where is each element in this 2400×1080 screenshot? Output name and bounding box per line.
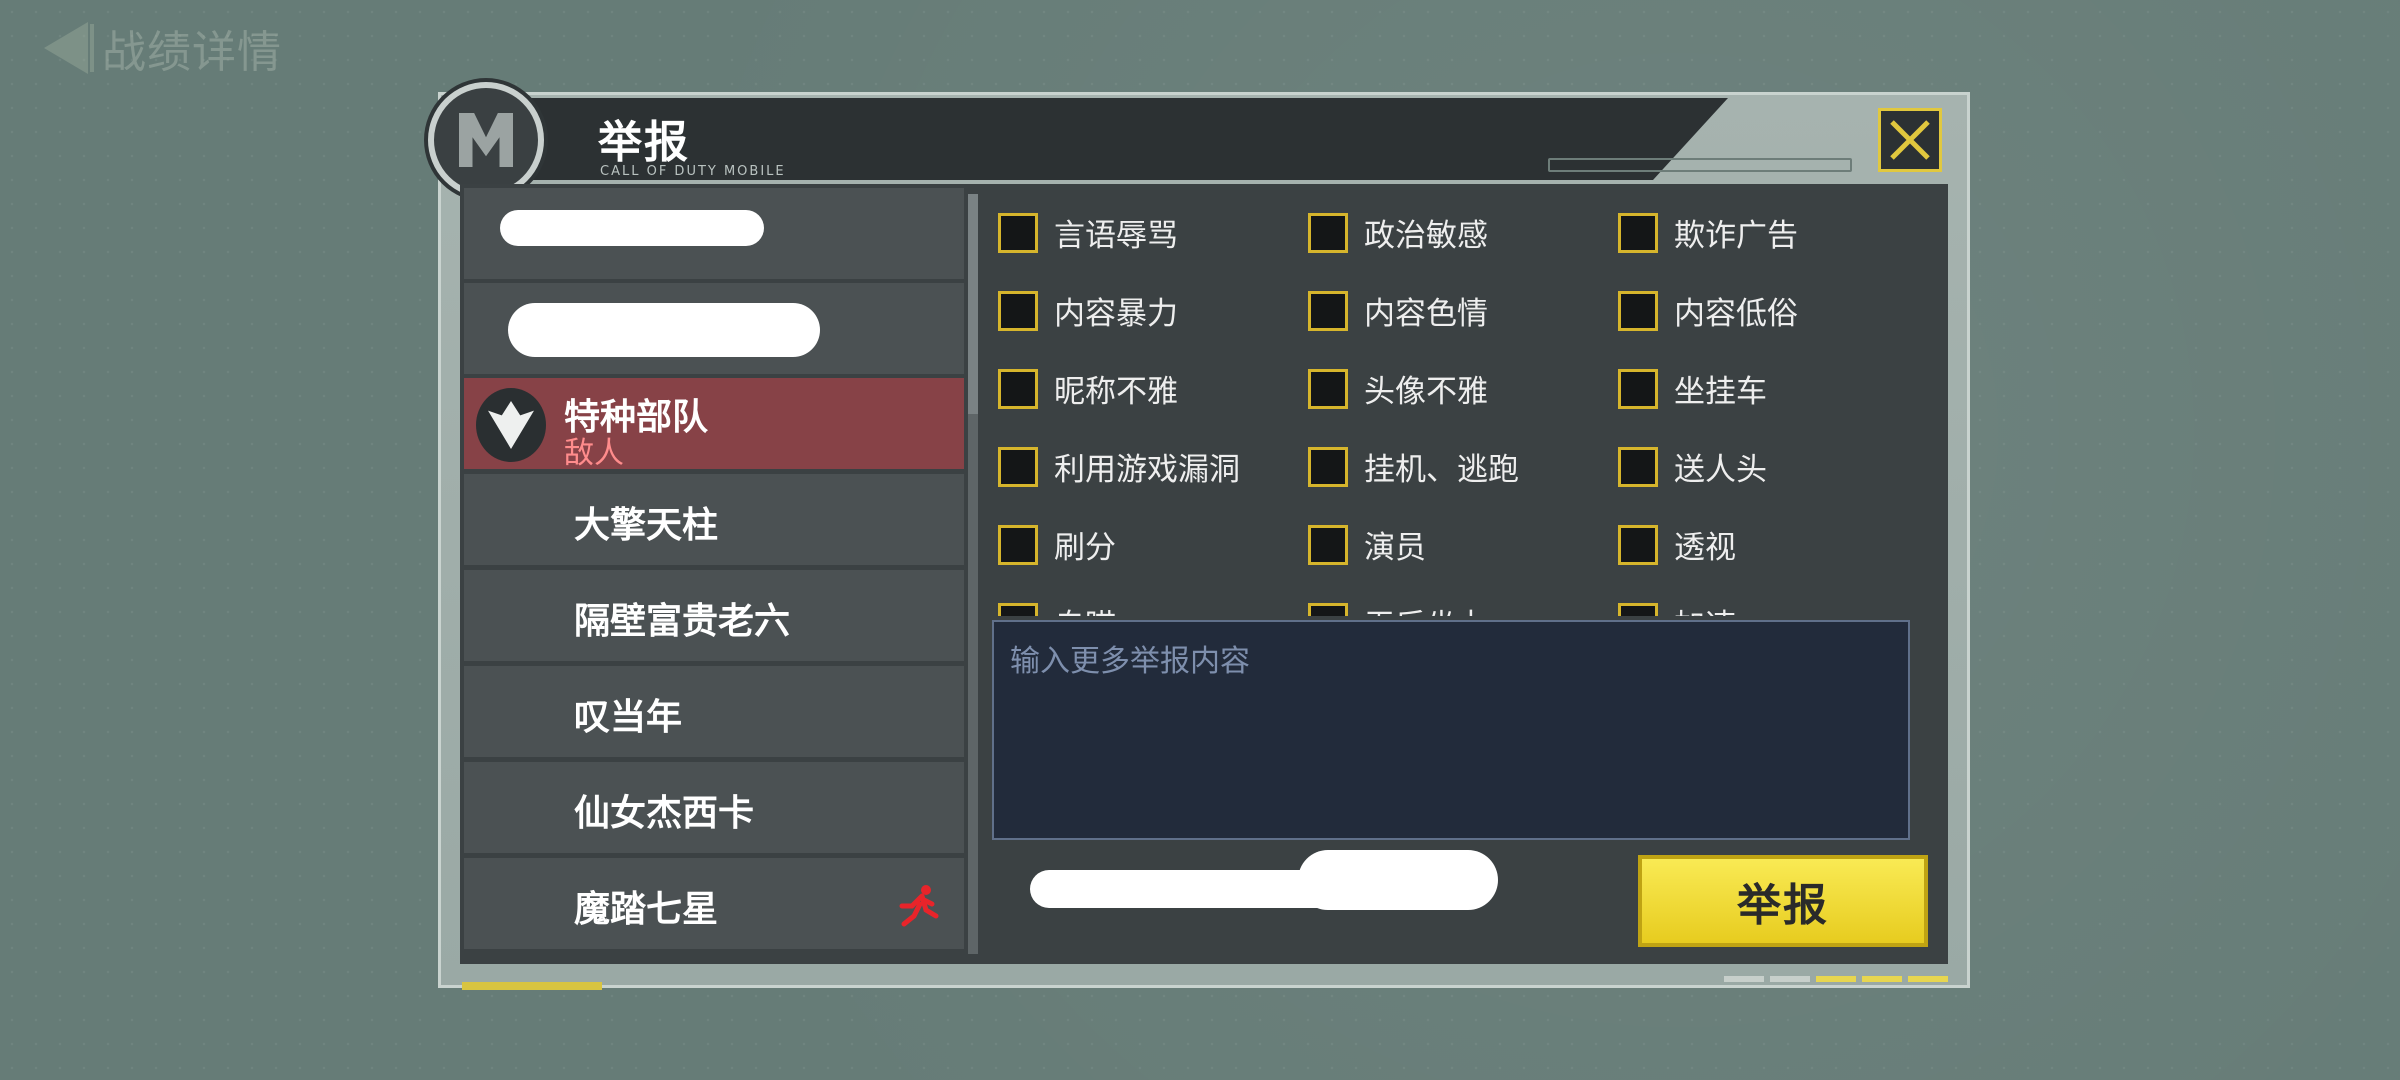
reason-label: 加速 [1674,600,1736,616]
checkbox-icon [1618,446,1658,487]
reason-checkbox[interactable]: 内容暴力 [998,288,1178,333]
reason-label: 头像不雅 [1364,374,1488,410]
player-row[interactable]: 大擎天柱 [464,474,964,568]
reason-checkbox[interactable]: 挂机、逃跑 [1308,444,1519,489]
report-details-input[interactable] [992,620,1910,840]
reason-checkbox[interactable]: 透视 [1618,522,1736,567]
reason-checkbox[interactable]: 昵称不雅 [998,366,1178,411]
player-row[interactable]: 叹当年 [464,666,964,760]
checkbox-icon [998,290,1038,331]
player-list-scrollbar[interactable] [968,194,978,954]
reason-label: 坐挂车 [1674,374,1767,410]
reason-label: 送人头 [1674,452,1767,488]
reason-checkbox[interactable]: 无后坐力 [1308,600,1488,616]
report-dialog: 举报 CALL OF DUTY MOBILE 特种部队 敌人 大擎天柱 隔壁富贵… [428,82,1970,990]
player-name: 仙女杰西卡 [574,793,755,834]
player-row-selected[interactable]: 特种部队 敌人 [464,378,964,472]
back-button[interactable]: 战绩详情 [44,16,282,80]
reason-label: 内容色情 [1364,296,1488,332]
reason-checkbox[interactable]: 坐挂车 [1618,366,1767,411]
reason-label: 欺诈广告 [1674,218,1798,254]
checkbox-icon [998,368,1038,409]
reason-checkbox[interactable]: 加速 [1618,600,1736,616]
dialog-title: 举报 [598,117,690,168]
checkbox-icon [998,212,1038,253]
reason-label: 言语辱骂 [1054,218,1178,254]
player-name: 叹当年 [574,697,683,738]
reason-label: 内容低俗 [1674,296,1798,332]
reason-checkbox[interactable]: 自瞄 [998,600,1116,616]
runner-icon [899,885,939,927]
redacted-text [1298,850,1498,910]
reason-checkbox[interactable]: 演员 [1308,522,1426,567]
player-row[interactable]: 隔壁富贵老六 [464,570,964,664]
divider [90,24,94,72]
checkbox-icon [1308,290,1348,331]
checkbox-icon [1308,524,1348,565]
player-row-redacted-1[interactable] [464,188,964,282]
checkbox-icon [1308,446,1348,487]
frame-ticks [1724,976,1948,982]
player-status: 敌人 [564,436,624,471]
checkbox-icon [998,602,1038,616]
title-decoration [1548,158,1852,172]
redacted-name [508,303,820,357]
reason-checkbox[interactable]: 内容低俗 [1618,288,1798,333]
player-name: 隔壁富贵老六 [574,601,791,642]
checkbox-icon [1618,212,1658,253]
redacted-name [500,210,764,246]
reason-label: 利用游戏漏洞 [1054,452,1240,488]
reason-label: 刷分 [1054,530,1116,566]
player-name: 大擎天柱 [574,505,719,546]
dialog-body: 特种部队 敌人 大擎天柱 隔壁富贵老六 叹当年 仙女杰西卡 魔踏七星 言语辱骂 … [460,184,1948,964]
checkbox-icon [1308,212,1348,253]
dialog-subtitle: CALL OF DUTY MOBILE [600,164,786,179]
player-row[interactable]: 魔踏七星 [464,858,964,952]
back-label: 战绩详情 [102,27,282,78]
player-name: 魔踏七星 [574,889,719,930]
checkbox-icon [1618,368,1658,409]
frame-accent [462,982,602,990]
reason-checkbox[interactable]: 欺诈广告 [1618,210,1798,255]
checkbox-icon [1308,368,1348,409]
reason-label: 政治敏感 [1364,218,1488,254]
checkbox-icon [998,446,1038,487]
reason-label: 演员 [1364,530,1426,566]
reason-label: 无后坐力 [1364,600,1488,616]
reason-checkbox[interactable]: 内容色情 [1308,288,1488,333]
player-row-redacted-2[interactable] [464,283,964,377]
checkbox-icon [1618,524,1658,565]
reason-checkbox[interactable]: 言语辱骂 [998,210,1178,255]
player-row[interactable]: 仙女杰西卡 [464,762,964,856]
reason-checkbox[interactable]: 政治敏感 [1308,210,1488,255]
checkbox-icon [1618,290,1658,331]
title-bar: 举报 CALL OF DUTY MOBILE [478,98,1728,180]
reason-checkbox[interactable]: 头像不雅 [1308,366,1488,411]
reason-grid: 言语辱骂 政治敏感 欺诈广告内容暴力 内容色情 内容低俗昵称不雅 头像不雅 坐挂车利用游戏漏… [988,188,1918,616]
reason-label: 内容暴力 [1054,296,1178,332]
close-button[interactable] [1878,108,1942,172]
checkbox-icon [1308,602,1348,616]
close-icon [1890,120,1930,160]
checkbox-icon [998,524,1038,565]
faction-emblem-icon [476,388,546,462]
submit-report-button[interactable]: 举报 [1638,855,1928,947]
reason-checkbox[interactable]: 送人头 [1618,444,1767,489]
back-arrow-icon [44,22,88,74]
reason-checkbox[interactable]: 刷分 [998,522,1116,567]
cod-logo-icon [428,82,544,198]
reason-label: 透视 [1674,530,1736,566]
player-list[interactable]: 特种部队 敌人 大擎天柱 隔壁富贵老六 叹当年 仙女杰西卡 魔踏七星 [464,188,964,954]
reason-label: 昵称不雅 [1054,374,1178,410]
reason-label: 挂机、逃跑 [1364,452,1519,488]
checkbox-icon [1618,602,1658,616]
reason-label: 自瞄 [1054,600,1116,616]
reason-checkbox[interactable]: 利用游戏漏洞 [998,444,1240,489]
